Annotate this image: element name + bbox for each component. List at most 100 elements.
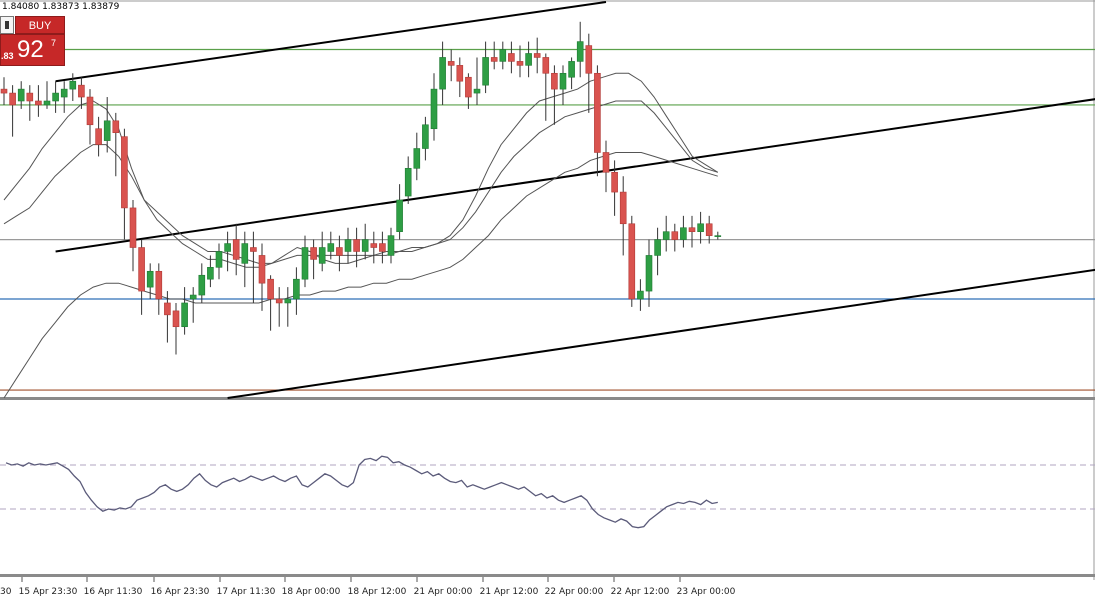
trendline xyxy=(227,268,1095,399)
x-tick-label: 15 Apr 23:30 xyxy=(19,587,78,597)
candle-body xyxy=(267,278,274,300)
candle-body xyxy=(35,100,42,106)
price-superscript: 7 xyxy=(51,38,57,48)
candle-body xyxy=(353,239,360,252)
candle-body xyxy=(688,227,696,232)
candle-body xyxy=(439,57,446,90)
candle-body xyxy=(611,171,618,193)
candle-body xyxy=(473,88,481,94)
x-tick-label: 21 Apr 00:00 xyxy=(414,587,473,597)
candle-body xyxy=(413,148,421,169)
candle-body xyxy=(430,88,438,130)
candle-body xyxy=(215,251,223,268)
candle-body xyxy=(26,92,34,102)
time-axis-separator xyxy=(0,574,1095,577)
candle-body xyxy=(146,270,154,288)
x-tick-label: 30 xyxy=(0,587,12,597)
ohlc-readout: 1.84080 1.83873 1.83879 xyxy=(2,2,120,12)
candle-body xyxy=(447,61,455,66)
candle-body xyxy=(95,128,102,145)
x-tick-label: 23 Apr 00:00 xyxy=(677,587,736,597)
candle-body xyxy=(379,243,386,252)
x-tick-label: 18 Apr 00:00 xyxy=(282,587,341,597)
candle-body xyxy=(516,61,524,66)
moving-average-line xyxy=(3,152,718,399)
candle-body xyxy=(43,100,51,106)
candle-body xyxy=(198,274,206,296)
candle-body xyxy=(602,152,610,173)
candle-body xyxy=(129,207,137,248)
candle-body xyxy=(336,247,343,256)
candle-body xyxy=(637,290,644,300)
x-tick-label: 22 Apr 00:00 xyxy=(545,587,604,597)
candle-body xyxy=(482,57,489,86)
candle-body xyxy=(404,168,412,197)
candle-body xyxy=(654,239,661,256)
candle-body xyxy=(310,247,317,260)
candle-body xyxy=(60,88,68,98)
one-click-toggle-icon[interactable] xyxy=(0,16,14,34)
candle-body xyxy=(576,41,584,62)
candle-body xyxy=(619,191,627,225)
price-main: 92 xyxy=(17,36,44,63)
candle-body xyxy=(594,72,601,153)
x-tick-label: 22 Apr 12:00 xyxy=(611,587,670,597)
candle-body xyxy=(525,53,532,66)
candle-body xyxy=(293,278,300,300)
candle-body xyxy=(181,302,188,328)
candle-body xyxy=(542,57,550,74)
oscillator-line xyxy=(5,455,718,529)
candle-body xyxy=(17,88,25,102)
candle-body xyxy=(69,80,77,90)
candle-body xyxy=(0,88,8,94)
candle-body xyxy=(103,120,111,141)
candle-body xyxy=(568,61,575,78)
candle-body xyxy=(551,72,558,90)
x-tick-label: 18 Apr 12:00 xyxy=(348,587,407,597)
candle-body xyxy=(9,92,16,106)
candle-body xyxy=(224,243,231,252)
candle-body xyxy=(327,243,335,252)
candle-body xyxy=(680,227,687,240)
candle-body xyxy=(499,49,507,62)
price-prefix: .83 xyxy=(1,51,14,61)
candle-body xyxy=(628,223,636,300)
candle-body xyxy=(232,239,240,260)
candle-body xyxy=(508,53,515,62)
candle-body xyxy=(250,247,257,252)
candle-body xyxy=(456,65,464,82)
candle-body xyxy=(396,199,403,232)
candle-body xyxy=(284,298,292,304)
candle-body xyxy=(301,247,309,280)
candle-body xyxy=(112,120,120,133)
candle-body xyxy=(164,302,171,316)
candle-body xyxy=(422,124,429,149)
candle-body xyxy=(490,57,498,62)
buy-price-box[interactable]: .83 92 7 xyxy=(0,34,65,66)
x-tick-label: 17 Apr 11:30 xyxy=(217,587,276,597)
candle-body xyxy=(645,255,653,292)
candle-body xyxy=(52,92,59,102)
panel-separator xyxy=(0,397,1095,400)
candle-body xyxy=(172,310,180,328)
candle-body xyxy=(585,45,593,74)
candle-body xyxy=(189,294,197,300)
candle-body xyxy=(662,231,670,240)
candle-body xyxy=(465,76,472,98)
trendline xyxy=(55,98,1095,253)
candle-body xyxy=(714,235,722,237)
candle-body xyxy=(318,247,326,264)
candle-body xyxy=(121,136,128,209)
candle-body xyxy=(207,267,214,280)
x-tick-label: 16 Apr 11:30 xyxy=(84,587,143,597)
buy-button[interactable]: BUY xyxy=(15,16,65,34)
candle-body xyxy=(705,223,713,236)
x-tick-label: 16 Apr 23:30 xyxy=(151,587,210,597)
candle-body xyxy=(78,84,85,98)
chart: 30 15 Apr 23:30 16 Apr 11:30 16 Apr 23:30 17… xyxy=(0,0,1095,600)
candle-body xyxy=(387,235,395,256)
candle-body xyxy=(86,96,94,126)
candle-body xyxy=(344,239,352,252)
candle-body xyxy=(361,239,369,252)
candle-body xyxy=(138,247,145,292)
